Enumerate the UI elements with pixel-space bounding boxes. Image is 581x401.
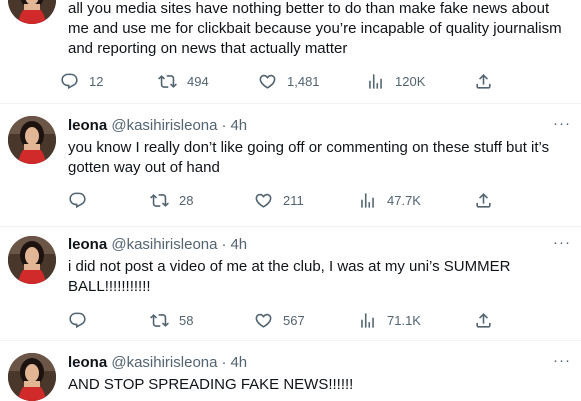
display-name[interactable]: leona — [68, 354, 107, 371]
divider — [0, 103, 581, 104]
like-icon — [254, 191, 273, 210]
more-icon[interactable]: ··· — [553, 351, 571, 371]
tweet-text: AND STOP SPREADING FAKE NEWS!!!!!! — [68, 376, 354, 393]
share-icon — [474, 72, 493, 91]
avatar[interactable] — [8, 236, 56, 284]
retweet-button[interactable]: 28 — [150, 190, 193, 210]
tweet-text: you know I really don’t like going off o… — [68, 139, 550, 176]
user-handle[interactable]: @kasihirisleona — [111, 354, 217, 371]
retweet-count: 28 — [179, 192, 194, 208]
separator-dot: · — [221, 236, 227, 253]
share-button[interactable] — [474, 190, 493, 210]
separator-dot: · — [221, 354, 227, 371]
share-icon — [474, 311, 493, 330]
user-handle[interactable]: @kasihirisleona — [111, 117, 217, 134]
tweet-header: leona @kasihirisleona · 4h — [68, 116, 247, 136]
more-icon[interactable]: ··· — [553, 114, 571, 134]
retweet-icon — [150, 311, 169, 330]
like-button[interactable]: 567 — [254, 310, 305, 330]
reply-icon — [60, 72, 79, 91]
reply-button[interactable] — [68, 310, 87, 330]
views-button[interactable]: 120K — [366, 71, 425, 91]
like-count: 567 — [283, 312, 305, 328]
tweet-header: leona @kasihirisleona · 4h — [68, 353, 247, 373]
like-count: 211 — [283, 192, 304, 208]
tweet-text: all you media sites have nothing better … — [68, 0, 562, 57]
timestamp[interactable]: 4h — [230, 354, 247, 371]
reply-count: 12 — [89, 73, 104, 89]
retweet-icon — [158, 72, 177, 91]
like-button[interactable]: 1,481 — [258, 71, 320, 91]
share-button[interactable] — [474, 71, 493, 91]
retweet-button[interactable]: 58 — [150, 310, 193, 330]
retweet-button[interactable]: 494 — [158, 71, 209, 91]
separator-dot: · — [221, 117, 227, 134]
more-icon[interactable]: ··· — [553, 233, 571, 253]
like-icon — [254, 311, 273, 330]
reply-button[interactable]: 12 — [60, 71, 103, 91]
tweet-actions: 58 567 71.1K — [60, 310, 500, 330]
avatar[interactable] — [8, 0, 56, 24]
views-icon — [358, 311, 377, 330]
avatar[interactable] — [8, 353, 56, 401]
tweet-actions: 12 494 1,481 120K — [60, 71, 500, 91]
divider — [0, 340, 581, 341]
views-count: 71.1K — [387, 312, 421, 328]
retweet-count: 494 — [187, 73, 209, 89]
display-name[interactable]: leona — [68, 236, 107, 253]
tweet-actions: 28 211 47.7K — [60, 190, 500, 210]
views-icon — [358, 191, 377, 210]
reply-icon — [68, 311, 87, 330]
retweet-icon — [150, 191, 169, 210]
user-handle[interactable]: @kasihirisleona — [111, 236, 217, 253]
reply-icon — [68, 191, 87, 210]
share-button[interactable] — [474, 310, 493, 330]
like-button[interactable]: 211 — [254, 190, 304, 210]
views-count: 47.7K — [387, 192, 421, 208]
share-icon — [474, 191, 493, 210]
display-name[interactable]: leona — [68, 117, 107, 134]
timestamp[interactable]: 4h — [230, 117, 247, 134]
avatar[interactable] — [8, 116, 56, 164]
views-count: 120K — [395, 73, 426, 89]
like-count: 1,481 — [287, 73, 320, 89]
divider — [0, 226, 581, 227]
views-icon — [366, 72, 385, 91]
views-button[interactable]: 47.7K — [358, 190, 421, 210]
retweet-count: 58 — [179, 312, 194, 328]
tweet-header: leona @kasihirisleona · 4h — [68, 235, 247, 255]
tweet-text: i did not post a video of me at the club… — [68, 258, 511, 295]
reply-button[interactable] — [68, 190, 87, 210]
like-icon — [258, 72, 277, 91]
views-button[interactable]: 71.1K — [358, 310, 421, 330]
timestamp[interactable]: 4h — [230, 236, 247, 253]
